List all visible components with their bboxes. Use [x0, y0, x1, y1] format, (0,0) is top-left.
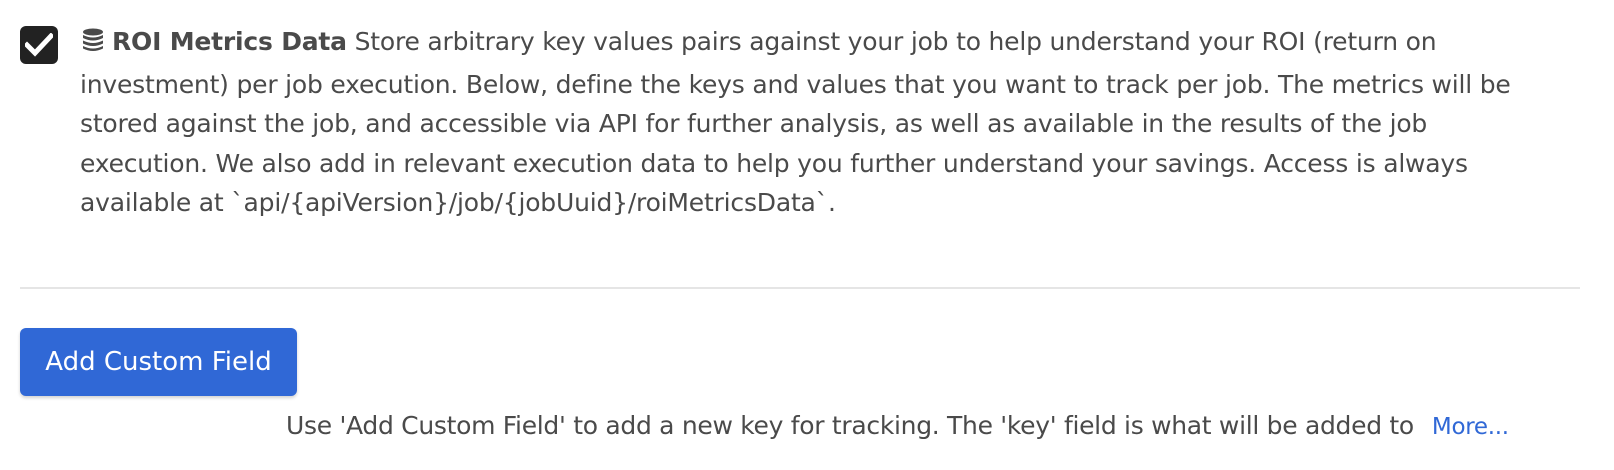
roi-metrics-checkbox[interactable] [20, 26, 58, 64]
help-text: Use 'Add Custom Field' to add a new key … [286, 411, 1414, 440]
add-custom-field-button[interactable]: Add Custom Field [20, 328, 297, 396]
database-icon [80, 25, 106, 65]
setting-description-block: ROI Metrics Data Store arbitrary key val… [80, 22, 1540, 223]
more-link[interactable]: More... [1432, 414, 1509, 440]
roi-metrics-setting: ROI Metrics Data Store arbitrary key val… [20, 22, 1580, 223]
help-text-row: Use 'Add Custom Field' to add a new key … [286, 404, 1586, 449]
setting-title: ROI Metrics Data [112, 27, 347, 56]
checkmark-icon [25, 33, 53, 57]
section-divider [20, 287, 1580, 289]
